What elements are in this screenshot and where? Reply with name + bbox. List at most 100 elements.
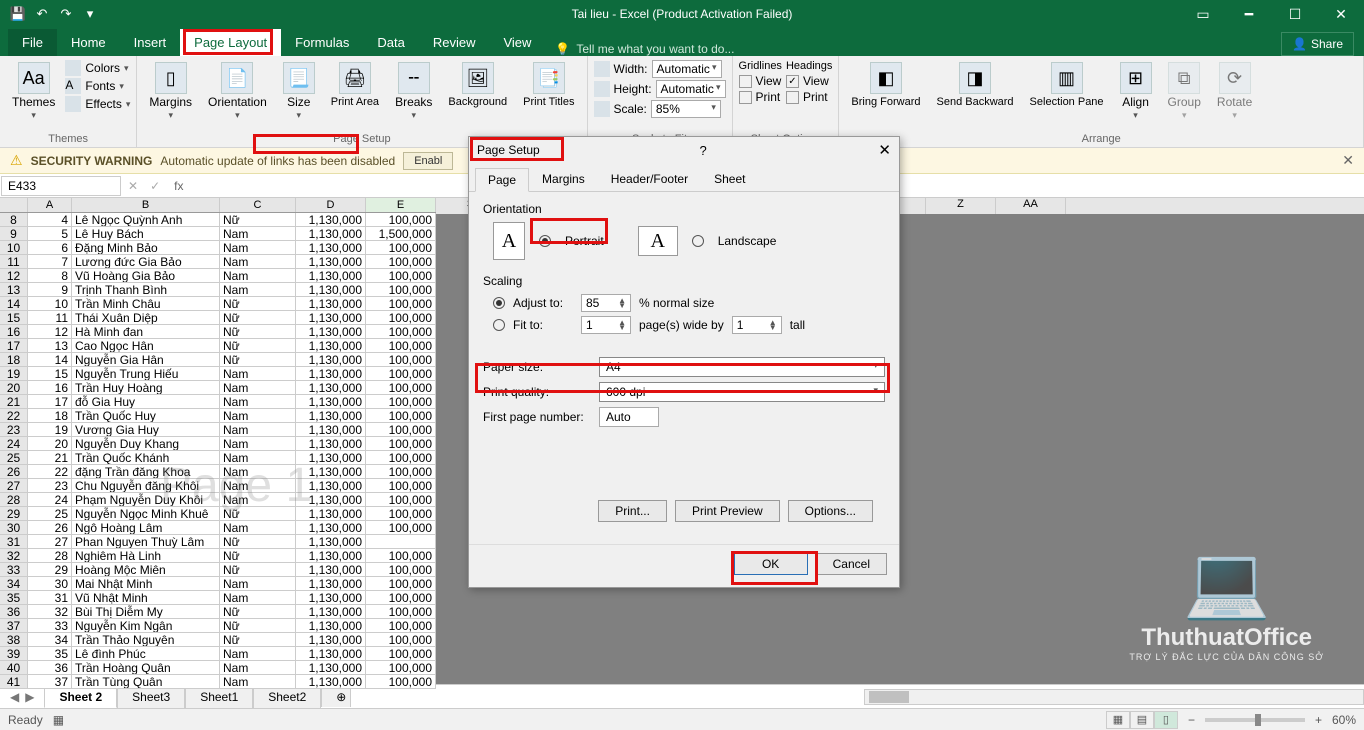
table-row[interactable]: 84Lê Ngọc Quỳnh AnhNữ1,130,000100,000 xyxy=(0,213,436,227)
tab-file[interactable]: File xyxy=(8,29,57,56)
table-row[interactable]: 3632Bùi Thị Diễm MyNữ1,130,000100,000 xyxy=(0,605,436,619)
table-row[interactable]: 2622đặng Trần đăng KhoaNam1,130,000100,0… xyxy=(0,465,436,479)
col-header[interactable]: AA xyxy=(996,198,1066,214)
print-area-button[interactable]: 🖨Print Area xyxy=(325,60,385,110)
col-header-c[interactable]: C xyxy=(220,198,296,212)
cancel-button[interactable]: Cancel xyxy=(816,553,887,575)
table-row[interactable]: 3026Ngô Hoàng LâmNam1,130,000100,000 xyxy=(0,521,436,535)
send-backward-button[interactable]: ◨Send Backward xyxy=(931,60,1020,110)
table-row[interactable]: 1511Thái Xuân DiệpNữ1,130,000100,000 xyxy=(0,311,436,325)
dialog-help-icon[interactable]: ? xyxy=(699,143,706,158)
share-button[interactable]: 👤Share xyxy=(1281,32,1354,56)
zoom-slider[interactable] xyxy=(1205,718,1305,722)
table-row[interactable]: 2117đỗ Gia HuyNam1,130,000100,000 xyxy=(0,395,436,409)
dialog-close-icon[interactable]: ✕ xyxy=(878,141,891,159)
tab-insert[interactable]: Insert xyxy=(120,29,181,56)
table-row[interactable]: 1612Hà Minh đanNữ1,130,000100,000 xyxy=(0,325,436,339)
close-icon[interactable]: ✕ xyxy=(1318,0,1364,28)
fit-to-radio[interactable] xyxy=(493,319,505,331)
tab-view[interactable]: View xyxy=(489,29,545,56)
table-row[interactable]: 2319Vương Gia HuyNam1,130,000100,000 xyxy=(0,423,436,437)
orientation-button[interactable]: 📄Orientation▾ xyxy=(202,60,273,123)
headings-view-checkbox[interactable]: ✓ xyxy=(786,75,799,88)
bring-forward-button[interactable]: ◧Bring Forward xyxy=(845,60,926,110)
colors-button[interactable]: Colors▾ xyxy=(65,60,130,76)
col-header-d[interactable]: D xyxy=(296,198,366,212)
fit-tall-input[interactable]: 1▲▼ xyxy=(732,316,782,334)
rotate-button[interactable]: ⟳Rotate▾ xyxy=(1211,60,1258,123)
first-page-input[interactable]: Auto xyxy=(599,407,659,427)
redo-icon[interactable]: ↷ xyxy=(56,4,76,24)
selection-pane-button[interactable]: ▥Selection Pane xyxy=(1024,60,1110,110)
adjust-to-radio[interactable] xyxy=(493,297,505,309)
ok-button[interactable]: OK xyxy=(734,553,808,575)
breaks-button[interactable]: ╌Breaks▾ xyxy=(389,60,438,123)
table-row[interactable]: 2723Chu Nguyễn đăng KhôiNam1,130,000100,… xyxy=(0,479,436,493)
qat-customize-icon[interactable]: ▾ xyxy=(80,4,100,24)
zoom-in-icon[interactable]: + xyxy=(1315,713,1322,727)
table-row[interactable]: 4036Trần Hoàng QuânNam1,130,000100,000 xyxy=(0,661,436,675)
landscape-radio[interactable] xyxy=(692,235,704,247)
ribbon-options-icon[interactable]: ▭ xyxy=(1180,0,1226,28)
table-row[interactable]: 3430Mai Nhật MinhNam1,130,000100,000 xyxy=(0,577,436,591)
enable-content-button[interactable]: Enabl xyxy=(403,152,453,170)
tab-page-layout[interactable]: Page Layout xyxy=(180,29,281,56)
undo-icon[interactable]: ↶ xyxy=(32,4,52,24)
size-button[interactable]: 📃Size▾ xyxy=(277,60,321,123)
paper-size-select[interactable]: A4▾ xyxy=(599,357,885,377)
adjust-to-input[interactable]: 85▲▼ xyxy=(581,294,631,312)
table-row[interactable]: 3531Vũ Nhật MinhNam1,130,000100,000 xyxy=(0,591,436,605)
gridlines-print-checkbox[interactable] xyxy=(739,91,752,104)
name-box[interactable]: E433 xyxy=(1,176,121,196)
table-row[interactable]: 1713Cao Ngọc HânNữ1,130,000100,000 xyxy=(0,339,436,353)
table-row[interactable]: 106Đặng Minh BảoNam1,130,000100,000 xyxy=(0,241,436,255)
align-button[interactable]: ⊞Align▾ xyxy=(1114,60,1158,123)
dialog-tab-page[interactable]: Page xyxy=(475,168,529,192)
dialog-tab-margins[interactable]: Margins xyxy=(529,167,598,191)
effects-button[interactable]: Effects▾ xyxy=(65,96,130,112)
print-titles-button[interactable]: 📑Print Titles xyxy=(517,60,580,110)
table-row[interactable]: 3228Nghiêm Hà LinhNữ1,130,000100,000 xyxy=(0,549,436,563)
save-icon[interactable]: 💾 xyxy=(8,4,28,24)
print-button[interactable]: Print... xyxy=(598,500,667,522)
tab-home[interactable]: Home xyxy=(57,29,120,56)
table-row[interactable]: 2218Trần Quốc HuyNam1,130,000100,000 xyxy=(0,409,436,423)
group-button[interactable]: ⧉Group▾ xyxy=(1162,60,1207,123)
background-button[interactable]: 🖼Background xyxy=(442,60,513,110)
col-header-e[interactable]: E xyxy=(366,198,436,212)
col-header-b[interactable]: B xyxy=(72,198,220,212)
tab-data[interactable]: Data xyxy=(363,29,418,56)
options-button[interactable]: Options... xyxy=(788,500,873,522)
page-layout-view-icon[interactable]: ▤ xyxy=(1130,711,1154,729)
security-close-icon[interactable]: ✕ xyxy=(1342,152,1354,169)
print-quality-select[interactable]: 600 dpi▾ xyxy=(599,382,885,402)
sheet-nav-next-icon[interactable]: ▶ xyxy=(25,690,34,704)
normal-view-icon[interactable]: ▦ xyxy=(1106,711,1130,729)
col-header-a[interactable]: A xyxy=(28,198,72,212)
table-row[interactable]: 3329Hoàng Mộc MiênNữ1,130,000100,000 xyxy=(0,563,436,577)
grid[interactable]: A B C D E 84Lê Ngọc Quỳnh AnhNữ1,130,000… xyxy=(0,198,436,689)
table-row[interactable]: 3935Lê đình PhúcNam1,130,000100,000 xyxy=(0,647,436,661)
zoom-out-icon[interactable]: − xyxy=(1188,713,1195,727)
fit-wide-input[interactable]: 1▲▼ xyxy=(581,316,631,334)
sheet-nav-prev-icon[interactable]: ◀ xyxy=(10,690,19,704)
headings-print-checkbox[interactable] xyxy=(786,91,799,104)
height-select[interactable]: Automatic▾ xyxy=(656,80,726,98)
dialog-tab-sheet[interactable]: Sheet xyxy=(701,167,758,191)
table-row[interactable]: 1814Nguyễn Gia HânNữ1,130,000100,000 xyxy=(0,353,436,367)
table-row[interactable]: 2824Phạm Nguyễn Duy KhôiNam1,130,000100,… xyxy=(0,493,436,507)
select-all-corner[interactable] xyxy=(0,198,28,212)
table-row[interactable]: 2420Nguyễn Duy KhangNam1,130,000100,000 xyxy=(0,437,436,451)
print-preview-button[interactable]: Print Preview xyxy=(675,500,780,522)
col-header[interactable]: Z xyxy=(926,198,996,214)
table-row[interactable]: 139Trịnh Thanh BìnhNam1,130,000100,000 xyxy=(0,283,436,297)
tab-formulas[interactable]: Formulas xyxy=(281,29,363,56)
add-sheet-button[interactable]: ⊕ xyxy=(321,686,351,707)
margins-button[interactable]: ▯Margins▾ xyxy=(143,60,198,123)
gridlines-view-checkbox[interactable] xyxy=(739,75,752,88)
width-select[interactable]: Automatic▾ xyxy=(652,60,722,78)
portrait-radio[interactable] xyxy=(539,235,551,247)
enter-formula-icon[interactable]: ✓ xyxy=(144,179,166,193)
table-row[interactable]: 2925Nguyễn Ngọc Minh KhuêNữ1,130,000100,… xyxy=(0,507,436,521)
table-row[interactable]: 117Lương đức Gia BảoNam1,130,000100,000 xyxy=(0,255,436,269)
